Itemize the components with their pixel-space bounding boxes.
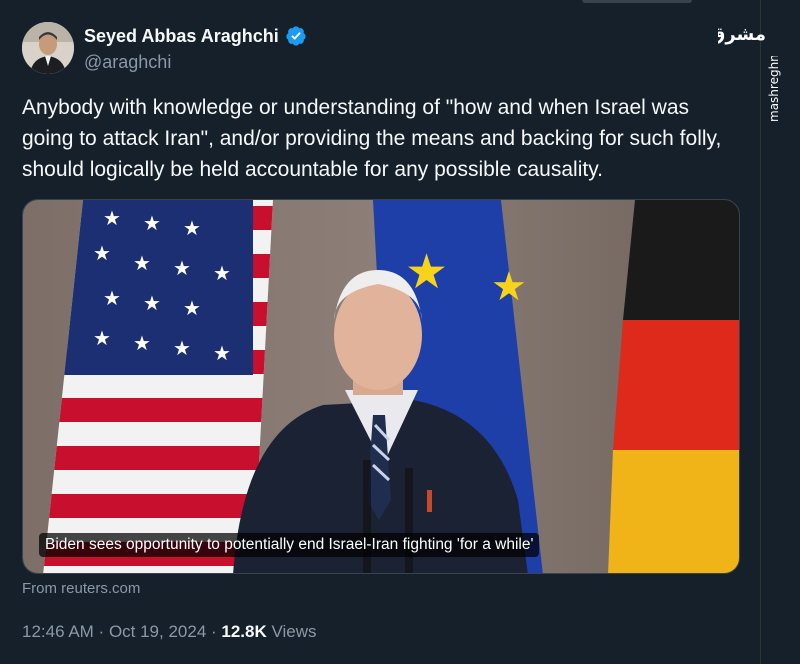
- svg-text:★: ★: [93, 241, 111, 265]
- svg-text:★: ★: [173, 256, 191, 280]
- views-count: 12.8K: [221, 622, 267, 641]
- svg-text:★: ★: [143, 211, 161, 235]
- top-divider: [582, 0, 692, 3]
- svg-text:★: ★: [143, 291, 161, 315]
- svg-text:★: ★: [173, 336, 191, 360]
- svg-text:★: ★: [213, 261, 231, 285]
- svg-text:★: ★: [93, 326, 111, 350]
- media-photo: ★ ★ ★ ★ ★ ★ ★ ★ ★ ★ ★ ★ ★ ★ ★ ★: [23, 200, 739, 573]
- svg-text:★: ★: [103, 206, 121, 230]
- watermark-site: mashreghnews.ir: [767, 56, 781, 122]
- views-label: Views: [266, 622, 317, 641]
- author-name-row[interactable]: Seyed Abbas Araghchi: [84, 25, 307, 47]
- watermark-logo: مشرق: [718, 24, 766, 45]
- meta-separator: ·: [93, 622, 109, 641]
- tweet-card: Seyed Abbas Araghchi @araghchi Anybody w…: [0, 0, 760, 664]
- svg-text:★: ★: [133, 331, 151, 355]
- avatar[interactable]: [22, 22, 74, 74]
- svg-text:★: ★: [491, 264, 527, 310]
- media-caption: Biden sees opportunity to potentially en…: [39, 533, 540, 557]
- link-source[interactable]: From reuters.com: [22, 580, 140, 597]
- verified-badge-icon: [286, 26, 306, 46]
- svg-text:★: ★: [213, 341, 231, 365]
- meta-separator: ·: [206, 622, 222, 641]
- svg-text:mashreghnews.ir: mashreghnews.ir: [767, 56, 781, 122]
- tweet-time[interactable]: 12:46 AM: [22, 622, 94, 641]
- tweet-date[interactable]: Oct 19, 2024: [109, 622, 206, 641]
- svg-text:★: ★: [133, 251, 151, 275]
- tweet-meta: 12:46 AM · Oct 19, 2024 · 12.8K Views: [22, 622, 317, 642]
- tweet-media-card[interactable]: ★ ★ ★ ★ ★ ★ ★ ★ ★ ★ ★ ★ ★ ★ ★ ★ Biden se…: [22, 199, 740, 574]
- author-display-name[interactable]: Seyed Abbas Araghchi: [84, 26, 279, 47]
- svg-text:★: ★: [103, 286, 121, 310]
- svg-text:★: ★: [183, 296, 201, 320]
- tweet-text: Anybody with knowledge or understanding …: [22, 96, 722, 181]
- svg-text:★: ★: [183, 216, 201, 240]
- svg-text:مشرق: مشرق: [718, 24, 766, 45]
- author-handle[interactable]: @araghchi: [84, 52, 171, 73]
